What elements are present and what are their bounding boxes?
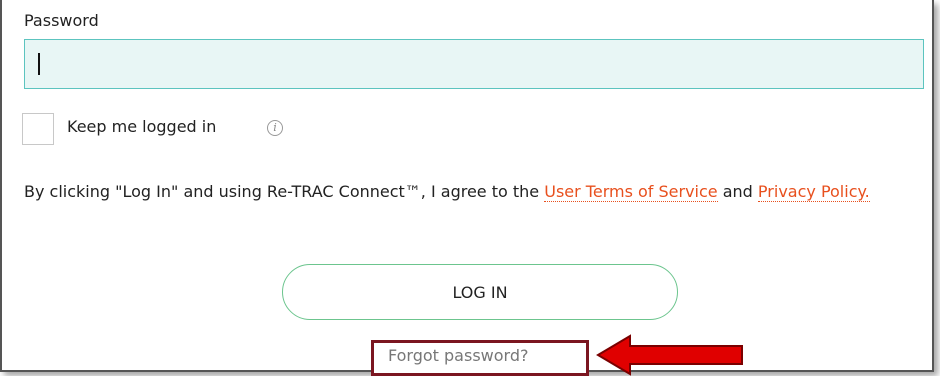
- terms-text: By clicking "Log In" and using Re-TRAC C…: [24, 177, 929, 207]
- login-button[interactable]: LOG IN: [282, 264, 678, 320]
- keep-logged-in-label[interactable]: Keep me logged in: [67, 117, 216, 136]
- terms-prefix: By clicking "Log In" and using Re-TRAC C…: [24, 182, 545, 201]
- user-terms-link[interactable]: User Terms of Service: [544, 182, 718, 202]
- terms-middle: and: [717, 182, 758, 201]
- left-arrow-icon: [596, 334, 743, 376]
- privacy-policy-link[interactable]: Privacy Policy.: [757, 182, 870, 202]
- arrow-shape: [596, 334, 743, 376]
- forgot-password-link[interactable]: Forgot password?: [388, 346, 528, 365]
- password-input[interactable]: [24, 39, 924, 89]
- text-caret: [38, 53, 40, 75]
- keep-logged-in-checkbox[interactable]: [22, 113, 54, 145]
- password-label: Password: [24, 11, 99, 30]
- info-icon[interactable]: i: [267, 120, 283, 136]
- login-form-panel: Password Keep me logged in i By clicking…: [0, 0, 934, 372]
